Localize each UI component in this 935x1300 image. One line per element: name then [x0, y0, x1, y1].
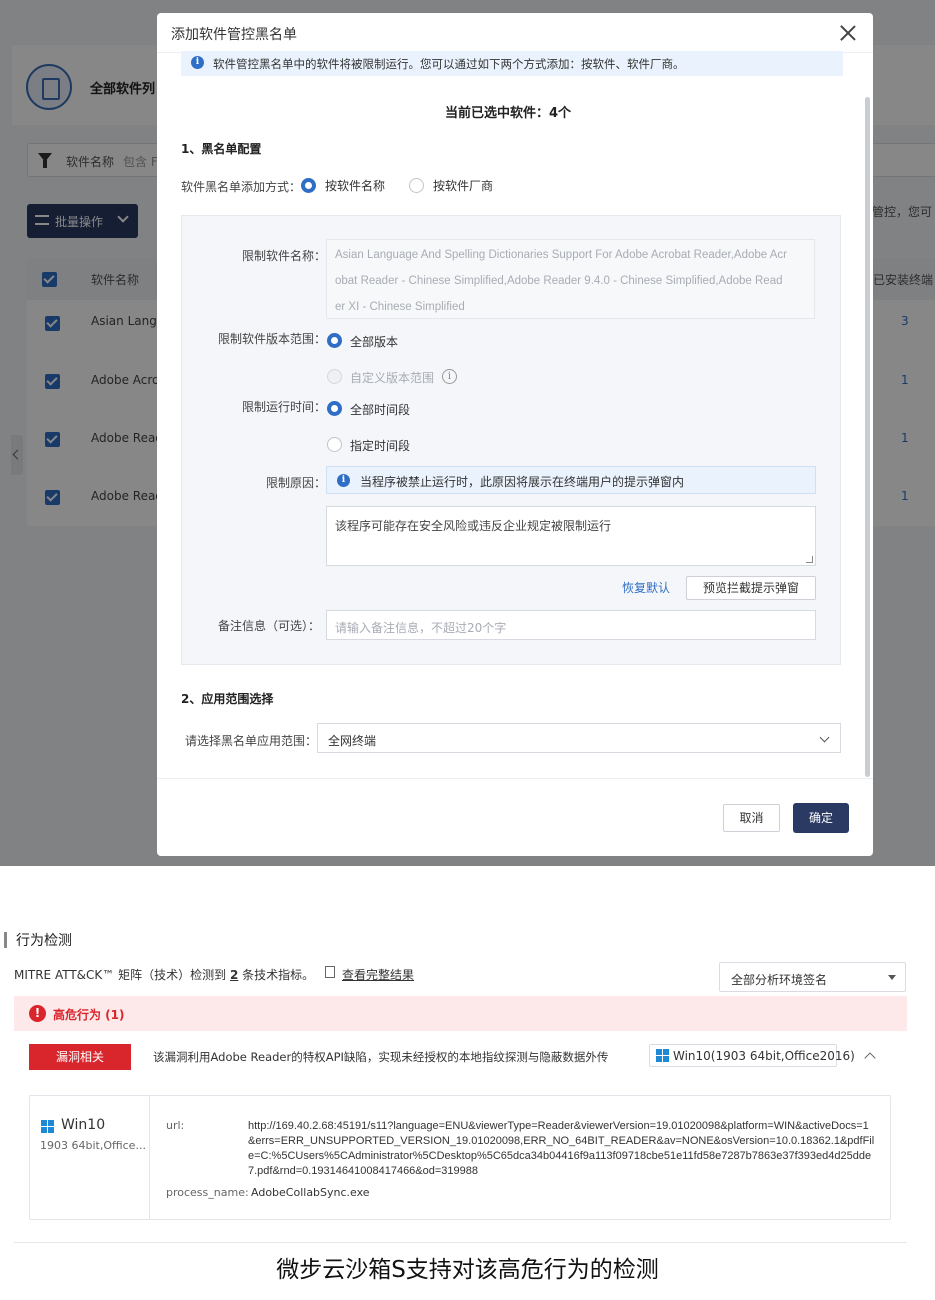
add-method-label: 软件黑名单添加方式： [181, 180, 302, 194]
divider [14, 1242, 907, 1243]
document-icon [325, 966, 335, 978]
radio-by-vendor-label[interactable]: 按软件厂商 [433, 177, 493, 194]
add-blacklist-dialog: 添加软件管控黑名单 i 软件管控黑名单中的软件将被限制运行。您可以通过如下两个方… [157, 13, 873, 856]
high-risk-title: 高危行为 (1) [53, 1008, 125, 1022]
remark-input[interactable]: 请输入备注信息，不超过20个字 [326, 610, 816, 640]
radio-custom-version[interactable] [327, 369, 342, 384]
scope-select-value: 全网终端 [328, 734, 377, 748]
windows-icon [656, 1049, 670, 1063]
mitre-suffix: 条技术指标。 [242, 968, 315, 982]
chevron-up-icon[interactable] [864, 1052, 876, 1064]
reason-info-text: 当程序被禁止运行时，此原因将展示在终端用户的提示弹窗内 [360, 475, 685, 489]
section-marker [4, 932, 7, 948]
scope-select[interactable]: 全网终端 [317, 723, 841, 753]
section-title-config: 1、黑名单配置 [181, 142, 262, 156]
radio-all-time-label[interactable]: 全部时间段 [350, 401, 410, 418]
full-results-link[interactable]: 查看完整结果 [342, 966, 414, 983]
radio-all-time[interactable] [327, 401, 342, 416]
behavior-detail-card: Win10 1903 64bit,Office... url: http://1… [29, 1095, 891, 1220]
software-names-line: Asian Language And Spelling Dictionaries… [335, 249, 787, 261]
process-name-label: process_name: [166, 1186, 249, 1199]
url-value: http://169.40.2.68:45191/s11?language=EN… [248, 1120, 875, 1177]
vulnerability-tag: 漏洞相关 [29, 1044, 131, 1070]
reason-text: 该程序可能存在安全风险或违反企业规定被限制运行 [335, 519, 612, 533]
behavior-detection-screen: 行为检测 MITRE ATT&CK™ 矩阵（技术）检测到 2 条技术指标。 查看… [0, 866, 935, 1300]
composite-image: { "background_app": { "page_title": "全部软… [0, 0, 935, 1300]
reason-info-banner: i 当程序被禁止运行时，此原因将展示在终端用户的提示弹窗内 [326, 466, 816, 494]
os-environment-text: Win10(1903 64bit,Office2016) [673, 1049, 855, 1063]
url-label: url: [166, 1119, 185, 1132]
remark-placeholder: 请输入备注信息，不超过20个字 [335, 621, 507, 635]
mitre-count: 2 [229, 968, 239, 982]
radio-custom-version-label[interactable]: 自定义版本范围 [350, 369, 434, 386]
mitre-summary: MITRE ATT&CK™ 矩阵（技术）检测到 2 条技术指标。 [14, 966, 314, 983]
cancel-button[interactable]: 取消 [723, 804, 780, 832]
card-divider [149, 1096, 150, 1219]
resize-handle-icon[interactable] [806, 556, 813, 563]
behavior-section-title: 行为检测 [16, 933, 72, 949]
environment-name: Win10 [61, 1117, 106, 1133]
close-icon[interactable] [838, 23, 858, 43]
info-icon: i [337, 474, 350, 487]
help-icon[interactable]: i [442, 369, 457, 384]
selected-count: 当前已选中软件：4个 [445, 106, 572, 121]
behavior-description: 该漏洞利用Adobe Reader的特权API缺陷，实现未经授权的本地指纹探测与… [153, 1050, 609, 1064]
radio-specific-time-label[interactable]: 指定时间段 [350, 437, 410, 454]
info-icon: i [191, 56, 204, 69]
os-environment-tag: Win10(1903 64bit,Office2016) [649, 1044, 855, 1067]
info-banner-text: 软件管控黑名单中的软件将被限制运行。您可以通过如下两个方式添加：按软件、软件厂商… [213, 57, 685, 71]
software-names-line: er XI - Chinese Simplified [335, 301, 465, 313]
remark-label: 备注信息（可选）： [218, 619, 321, 633]
dialog-scrollbar[interactable] [865, 97, 870, 777]
preview-popup-button[interactable]: 预览拦截提示弹窗 [686, 576, 816, 600]
version-range-label: 限制软件版本范围： [218, 332, 327, 346]
radio-by-name[interactable] [301, 178, 316, 193]
restricted-software-names: Asian Language And Spelling Dictionaries… [326, 239, 815, 319]
radio-specific-time[interactable] [327, 437, 342, 452]
dialog-header: 添加软件管控黑名单 [157, 13, 873, 53]
software-names-line: obat Reader - Chinese Simplified,Adobe R… [335, 275, 783, 287]
info-banner: i 软件管控黑名单中的软件将被限制运行。您可以通过如下两个方式添加：按软件、软件… [181, 51, 843, 76]
scope-label: 请选择黑名单应用范围： [185, 734, 318, 748]
alert-icon: ! [29, 1005, 46, 1022]
software-control-screen: 全部软件列 软件名称 包含 F 批量操作 管控，您可 软件名称 已安装终端 As… [0, 0, 935, 866]
chevron-down-icon [819, 732, 830, 743]
high-risk-header[interactable]: ! 高危行为 (1) [14, 996, 907, 1031]
windows-icon [41, 1120, 55, 1134]
confirm-button[interactable]: 确定 [793, 803, 849, 833]
environment-filter-dropdown[interactable]: 全部分析环境签名 [719, 962, 906, 992]
caret-down-icon [888, 975, 896, 980]
restore-default-link[interactable]: 恢复默认 [622, 579, 670, 596]
reason-textarea[interactable]: 该程序可能存在安全风险或违反企业规定被限制运行 [326, 506, 816, 566]
dialog-footer: 取消 确定 [157, 778, 873, 856]
radio-by-vendor[interactable] [409, 178, 424, 193]
radio-by-name-label[interactable]: 按软件名称 [325, 177, 385, 194]
dialog-title: 添加软件管控黑名单 [171, 27, 297, 43]
environment-filter-value: 全部分析环境签名 [731, 973, 828, 987]
section-title-scope: 2、应用范围选择 [181, 692, 274, 706]
environment-detail: 1903 64bit,Office... [40, 1139, 146, 1152]
image-caption: 微步云沙箱S支持对该高危行为的检测 [276, 1257, 659, 1283]
restrict-name-label: 限制软件名称： [242, 249, 327, 263]
mitre-prefix: MITRE ATT&CK™ 矩阵（技术）检测到 [14, 968, 227, 982]
process-name-value: AdobeCollabSync.exe [251, 1186, 370, 1199]
run-time-label: 限制运行时间： [242, 400, 327, 414]
reason-label: 限制原因： [266, 476, 327, 490]
radio-all-versions-label[interactable]: 全部版本 [350, 333, 398, 350]
radio-all-versions[interactable] [327, 333, 342, 348]
